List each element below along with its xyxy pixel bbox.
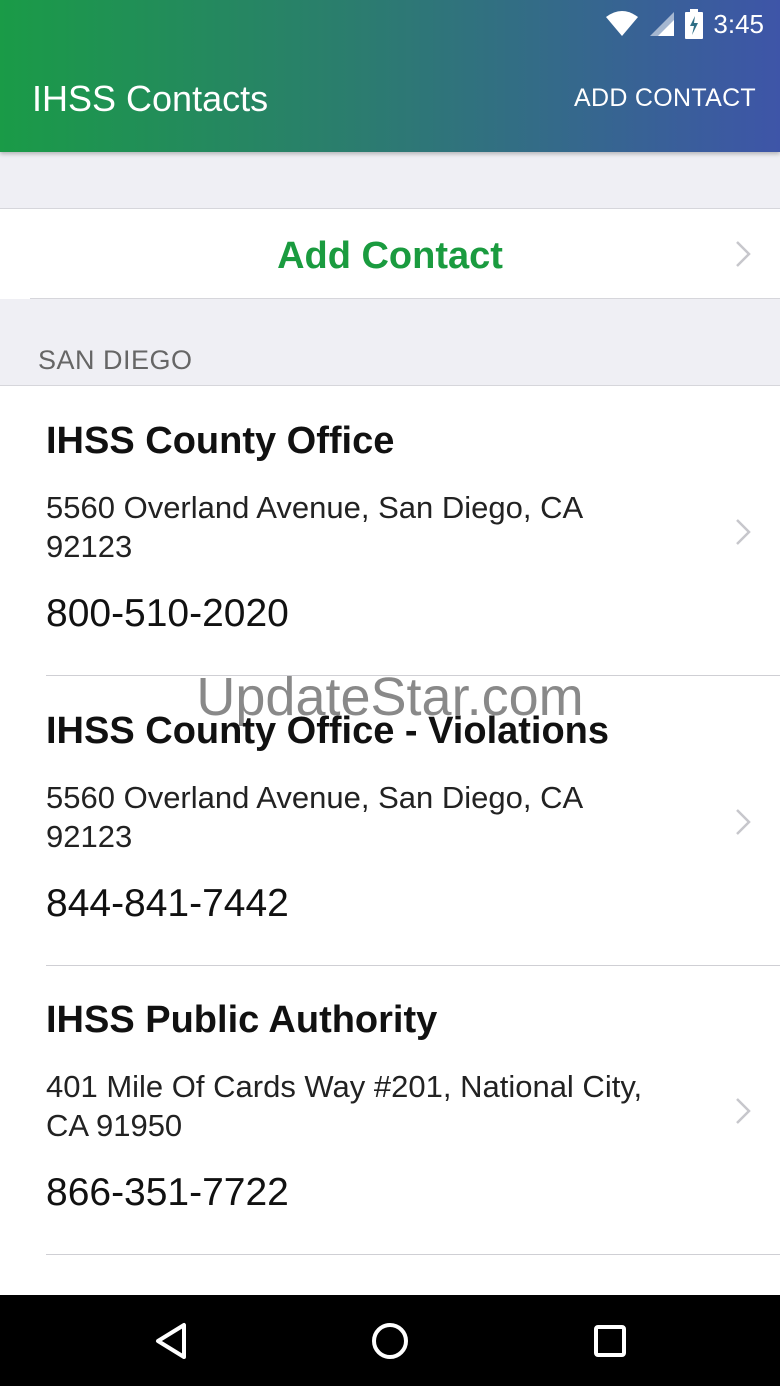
contact-list-item[interactable]: IHSS Public Authority 401 Mile Of Cards … [0,965,780,1255]
contact-phone[interactable]: 866-351-7722 [46,1171,289,1215]
add-contact-action-button[interactable]: ADD CONTACT [574,84,756,113]
add-contact-label: Add Contact [277,235,503,277]
chevron-right-icon [736,519,751,545]
contact-address: 5560 Overland Avenue, San Diego, CA 9212… [46,490,582,564]
section-header: SAN DIEGO [38,345,193,375]
chevron-right-icon [736,241,751,267]
contact-name: IHSS County Office [46,420,395,462]
status-bar: 3:45 [605,6,764,42]
add-contact-row[interactable]: Add Contact [0,208,780,299]
app-bar: 3:45 IHSS Contacts ADD CONTACT [0,0,780,152]
battery-charging-icon [685,9,704,39]
contact-address: 5560 Overland Avenue, San Diego, CA 9212… [46,780,582,854]
app-title: IHSS Contacts [32,78,269,119]
back-icon[interactable] [150,1319,194,1363]
contact-address: 401 Mile Of Cards Way #201, National Cit… [46,1069,643,1143]
contact-phone[interactable]: 844-841-7442 [46,882,289,926]
contact-list-item[interactable]: IHSS County Office - Violations 5560 Ove… [0,676,780,966]
cell-signal-icon [650,12,675,36]
contact-list-item[interactable]: IHSS County Office 5560 Overland Avenue,… [0,386,780,676]
navigation-bar [0,1295,780,1386]
divider [46,1254,780,1255]
contact-name: IHSS County Office - Violations [46,710,610,752]
chevron-right-icon [736,1098,751,1124]
recents-icon[interactable] [588,1319,632,1363]
contact-phone[interactable]: 800-510-2020 [46,592,289,636]
status-time: 3:45 [713,8,764,39]
wifi-icon [606,11,639,36]
chevron-right-icon [736,809,751,835]
contact-name: IHSS Public Authority [46,999,438,1041]
home-icon[interactable] [368,1319,412,1363]
contact-list: IHSS County Office 5560 Overland Avenue,… [0,385,780,1296]
divider [30,298,780,299]
